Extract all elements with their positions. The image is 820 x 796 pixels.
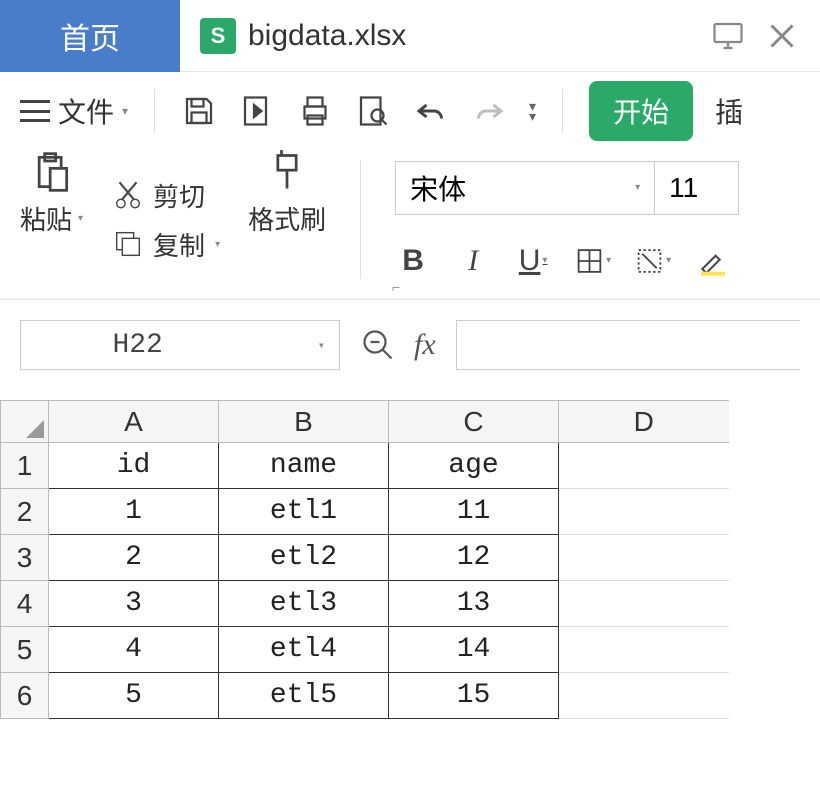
- group-launcher-icon[interactable]: ⌐: [392, 279, 400, 295]
- main-toolbar: 文件 ▾ ▾▾ 开始 插: [0, 72, 820, 150]
- row-header[interactable]: 1: [1, 443, 49, 489]
- underline-button[interactable]: U▾: [515, 243, 551, 279]
- cell[interactable]: [559, 489, 729, 535]
- row-header[interactable]: 4: [1, 581, 49, 627]
- redo-icon[interactable]: [471, 93, 507, 129]
- print-icon[interactable]: [297, 93, 333, 129]
- tab-bar: 首页 S bigdata.xlsx: [0, 0, 820, 72]
- cell[interactable]: 4: [49, 627, 219, 673]
- format-painter-button[interactable]: 格式刷: [248, 150, 326, 289]
- paste-button[interactable]: 粘贴▾: [20, 150, 83, 289]
- cut-label: 剪切: [153, 177, 205, 214]
- cell-reference-box[interactable]: H22 ▾: [20, 320, 340, 370]
- spreadsheet-grid: A B C D 1 id name age 2 1 etl1 11 3 2 et…: [0, 400, 729, 719]
- cell[interactable]: 12: [389, 535, 559, 581]
- file-menu[interactable]: 文件 ▾: [20, 91, 128, 131]
- hamburger-icon: [20, 100, 50, 122]
- export-pdf-icon[interactable]: [239, 93, 275, 129]
- file-name: bigdata.xlsx: [248, 19, 406, 53]
- paste-label: 粘贴: [20, 200, 72, 237]
- cell[interactable]: 3: [49, 581, 219, 627]
- spreadsheet-icon: S: [200, 18, 236, 54]
- cell[interactable]: [559, 581, 729, 627]
- divider: [562, 89, 563, 133]
- font-size-value: 11: [669, 172, 698, 204]
- save-icon[interactable]: [181, 93, 217, 129]
- window-controls: [710, 18, 820, 54]
- fill-color-button[interactable]: ▾: [635, 243, 671, 279]
- cell[interactable]: [559, 443, 729, 489]
- cell[interactable]: etl4: [219, 627, 389, 673]
- clipboard-group: 剪切 复制▾: [111, 150, 220, 289]
- tab-file[interactable]: S bigdata.xlsx: [180, 0, 426, 72]
- font-name-value: 宋体: [410, 168, 466, 208]
- cell[interactable]: 13: [389, 581, 559, 627]
- copy-button[interactable]: 复制▾: [111, 226, 220, 263]
- font-size-select[interactable]: 11: [655, 161, 739, 215]
- divider: [154, 89, 155, 133]
- col-header-D[interactable]: D: [559, 401, 729, 443]
- highlight-button[interactable]: [695, 243, 731, 279]
- remote-screen-icon[interactable]: [710, 18, 746, 54]
- cell[interactable]: etl1: [219, 489, 389, 535]
- font-name-select[interactable]: 宋体 ▾: [395, 161, 655, 215]
- cell[interactable]: etl2: [219, 535, 389, 581]
- close-icon[interactable]: [764, 18, 800, 54]
- copy-label: 复制: [153, 226, 205, 263]
- select-all-corner[interactable]: [1, 401, 49, 443]
- cell[interactable]: 1: [49, 489, 219, 535]
- col-header-B[interactable]: B: [219, 401, 389, 443]
- format-painter-label: 格式刷: [248, 200, 326, 237]
- cell[interactable]: id: [49, 443, 219, 489]
- ribbon-tab-insert[interactable]: 插: [715, 91, 743, 131]
- cell[interactable]: etl5: [219, 673, 389, 719]
- cell[interactable]: etl3: [219, 581, 389, 627]
- print-preview-icon[interactable]: [355, 93, 391, 129]
- cell[interactable]: 5: [49, 673, 219, 719]
- quick-access-dropdown[interactable]: ▾▾: [529, 102, 536, 120]
- formula-input[interactable]: [456, 320, 800, 370]
- col-header-C[interactable]: C: [389, 401, 559, 443]
- cell[interactable]: name: [219, 443, 389, 489]
- cut-button[interactable]: 剪切: [111, 177, 220, 214]
- undo-icon[interactable]: [413, 93, 449, 129]
- cell-reference-value: H22: [112, 330, 162, 361]
- borders-button[interactable]: ▾: [575, 243, 611, 279]
- cell[interactable]: [559, 535, 729, 581]
- row-header[interactable]: 6: [1, 673, 49, 719]
- font-group: 宋体 ▾ 11 B I U▾ ▾ ▾: [395, 150, 739, 289]
- cell[interactable]: 11: [389, 489, 559, 535]
- cell[interactable]: age: [389, 443, 559, 489]
- bold-button[interactable]: B: [395, 243, 431, 279]
- file-menu-label: 文件: [58, 91, 114, 131]
- tab-home[interactable]: 首页: [0, 0, 180, 72]
- zoom-out-icon[interactable]: [360, 327, 396, 363]
- formula-bar: H22 ▾ fx: [0, 300, 820, 390]
- fx-label[interactable]: fx: [414, 328, 436, 362]
- row-header[interactable]: 3: [1, 535, 49, 581]
- italic-button[interactable]: I: [455, 243, 491, 279]
- row-header[interactable]: 2: [1, 489, 49, 535]
- ribbon: 粘贴▾ 剪切 复制▾ 格式刷 宋体 ▾ 11 B I U▾: [0, 150, 820, 300]
- divider: [360, 160, 361, 279]
- cell[interactable]: 2: [49, 535, 219, 581]
- cell[interactable]: [559, 673, 729, 719]
- cell[interactable]: 15: [389, 673, 559, 719]
- row-header[interactable]: 5: [1, 627, 49, 673]
- col-header-A[interactable]: A: [49, 401, 219, 443]
- cell[interactable]: [559, 627, 729, 673]
- ribbon-tab-start[interactable]: 开始: [589, 81, 693, 141]
- cell[interactable]: 14: [389, 627, 559, 673]
